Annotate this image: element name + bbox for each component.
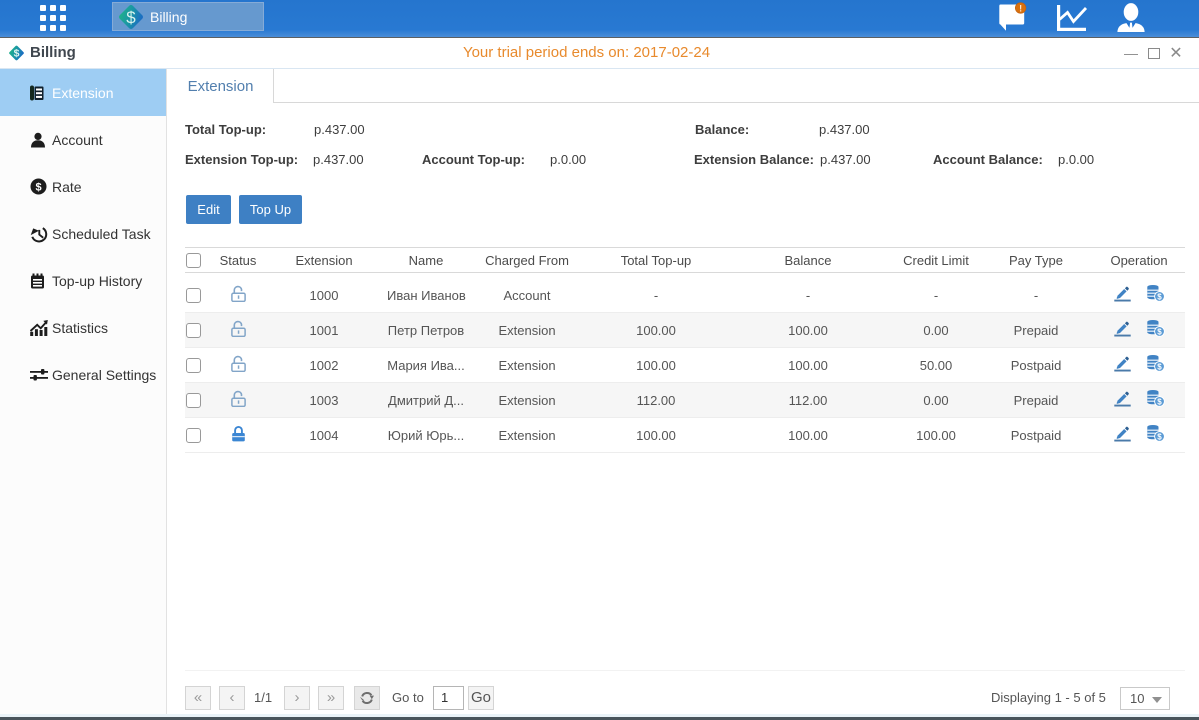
svg-text:$: $ [35, 182, 41, 194]
svg-text:!: ! [1019, 4, 1022, 14]
svg-text:$: $ [126, 8, 136, 27]
